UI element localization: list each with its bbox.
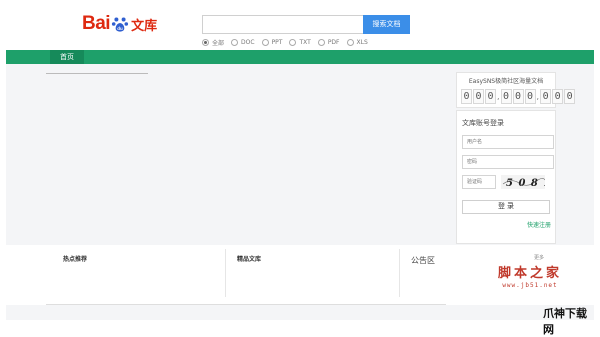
column-divider xyxy=(399,249,400,297)
login-button[interactable]: 登 录 xyxy=(462,200,550,214)
column-divider xyxy=(225,249,226,297)
password-field[interactable] xyxy=(462,155,554,169)
login-title: 文库账号登录 xyxy=(462,119,504,127)
doc-type-filters: 全部 DOC PPT TXT PDF XLS xyxy=(202,37,375,47)
logo-text-wenku: 文库 xyxy=(131,18,158,34)
notice-area-title: 公告区 xyxy=(411,256,435,265)
svg-text:du: du xyxy=(117,26,123,31)
logo-text-bai: Bai xyxy=(82,13,111,34)
watermark-cn-text: 脚本之家 xyxy=(497,266,562,281)
counter-digit: 0 xyxy=(485,89,496,104)
baidu-wenku-logo[interactable]: Bai du 文库 xyxy=(82,12,157,36)
login-panel: 文库账号登录 5 0 8 1 登 录 快速注册 xyxy=(456,110,556,244)
nav-item-home[interactable]: 首页 xyxy=(50,50,84,64)
counter-digit: 0 xyxy=(552,89,564,104)
radio-icon[interactable] xyxy=(289,38,297,46)
filter-all[interactable]: 全部 xyxy=(202,38,224,47)
filter-label: PPT xyxy=(271,38,283,46)
notice-more-link[interactable]: 更多 xyxy=(534,254,544,261)
radio-icon[interactable] xyxy=(346,38,354,46)
captcha-field[interactable] xyxy=(462,175,496,189)
filter-label: XLS xyxy=(356,38,368,46)
footer-divider xyxy=(46,304,446,305)
counter-digit: 0 xyxy=(500,89,512,104)
filter-label: 全部 xyxy=(212,39,225,47)
hot-recommend-title: 热点推荐 xyxy=(63,256,88,263)
filter-txt[interactable]: TXT xyxy=(289,38,311,46)
jb51-watermark: 脚本之家 www.jb51.net xyxy=(480,262,580,289)
main-nav: 首页 xyxy=(6,50,594,64)
header: Bai du 文库 搜索文档 全部 DOC PPT TXT PDF XLS xyxy=(6,0,594,50)
counter-title: EasySNS极简社区海量文档 xyxy=(468,78,544,85)
filter-pdf[interactable]: PDF xyxy=(317,38,340,46)
filter-xls[interactable]: XLS xyxy=(346,38,368,46)
radio-icon[interactable] xyxy=(261,38,269,46)
counter-digit: 0 xyxy=(473,89,484,104)
search-button[interactable]: 搜索文档 xyxy=(363,15,410,34)
filter-ppt[interactable]: PPT xyxy=(261,38,283,46)
counter-digit: 0 xyxy=(512,89,524,104)
paw-icon: du xyxy=(111,17,129,32)
radio-icon[interactable] xyxy=(317,38,325,46)
counter-digit: 0 xyxy=(540,89,552,104)
document-counter: EasySNS极简社区海量文档 0 0 0 , 0 0 0 , 0 0 0 xyxy=(456,72,576,108)
filter-label: TXT xyxy=(299,38,311,46)
radio-icon[interactable] xyxy=(231,38,239,46)
fengshen-watermark: 爪神下载网 xyxy=(543,307,587,336)
filter-doc[interactable]: DOC xyxy=(231,38,255,46)
watermark-url-text: www.jb51.net xyxy=(502,282,558,289)
username-field[interactable] xyxy=(462,135,554,149)
captcha-image[interactable]: 5 0 8 1 xyxy=(501,175,545,189)
filter-label: DOC xyxy=(241,38,255,46)
featured-library-title: 精品文库 xyxy=(237,256,262,263)
counter-digit: 0 xyxy=(524,89,536,104)
svg-text:5 0 8 1: 5 0 8 1 xyxy=(506,178,545,189)
radio-icon[interactable] xyxy=(202,38,209,46)
quick-register-link[interactable]: 快速注册 xyxy=(527,220,551,229)
search-input[interactable] xyxy=(202,15,376,34)
divider-line xyxy=(46,73,148,74)
counter-digits: 0 0 0 , 0 0 0 , 0 0 0 xyxy=(461,89,576,104)
counter-digit: 0 xyxy=(564,89,576,104)
page: Bai du 文库 搜索文档 全部 DOC PPT TXT PDF XLS 首页 xyxy=(6,0,594,336)
counter-digit: 0 xyxy=(461,89,472,104)
counter-separator: , xyxy=(536,92,540,101)
filter-label: PDF xyxy=(327,38,340,46)
counter-separator: , xyxy=(497,92,500,101)
